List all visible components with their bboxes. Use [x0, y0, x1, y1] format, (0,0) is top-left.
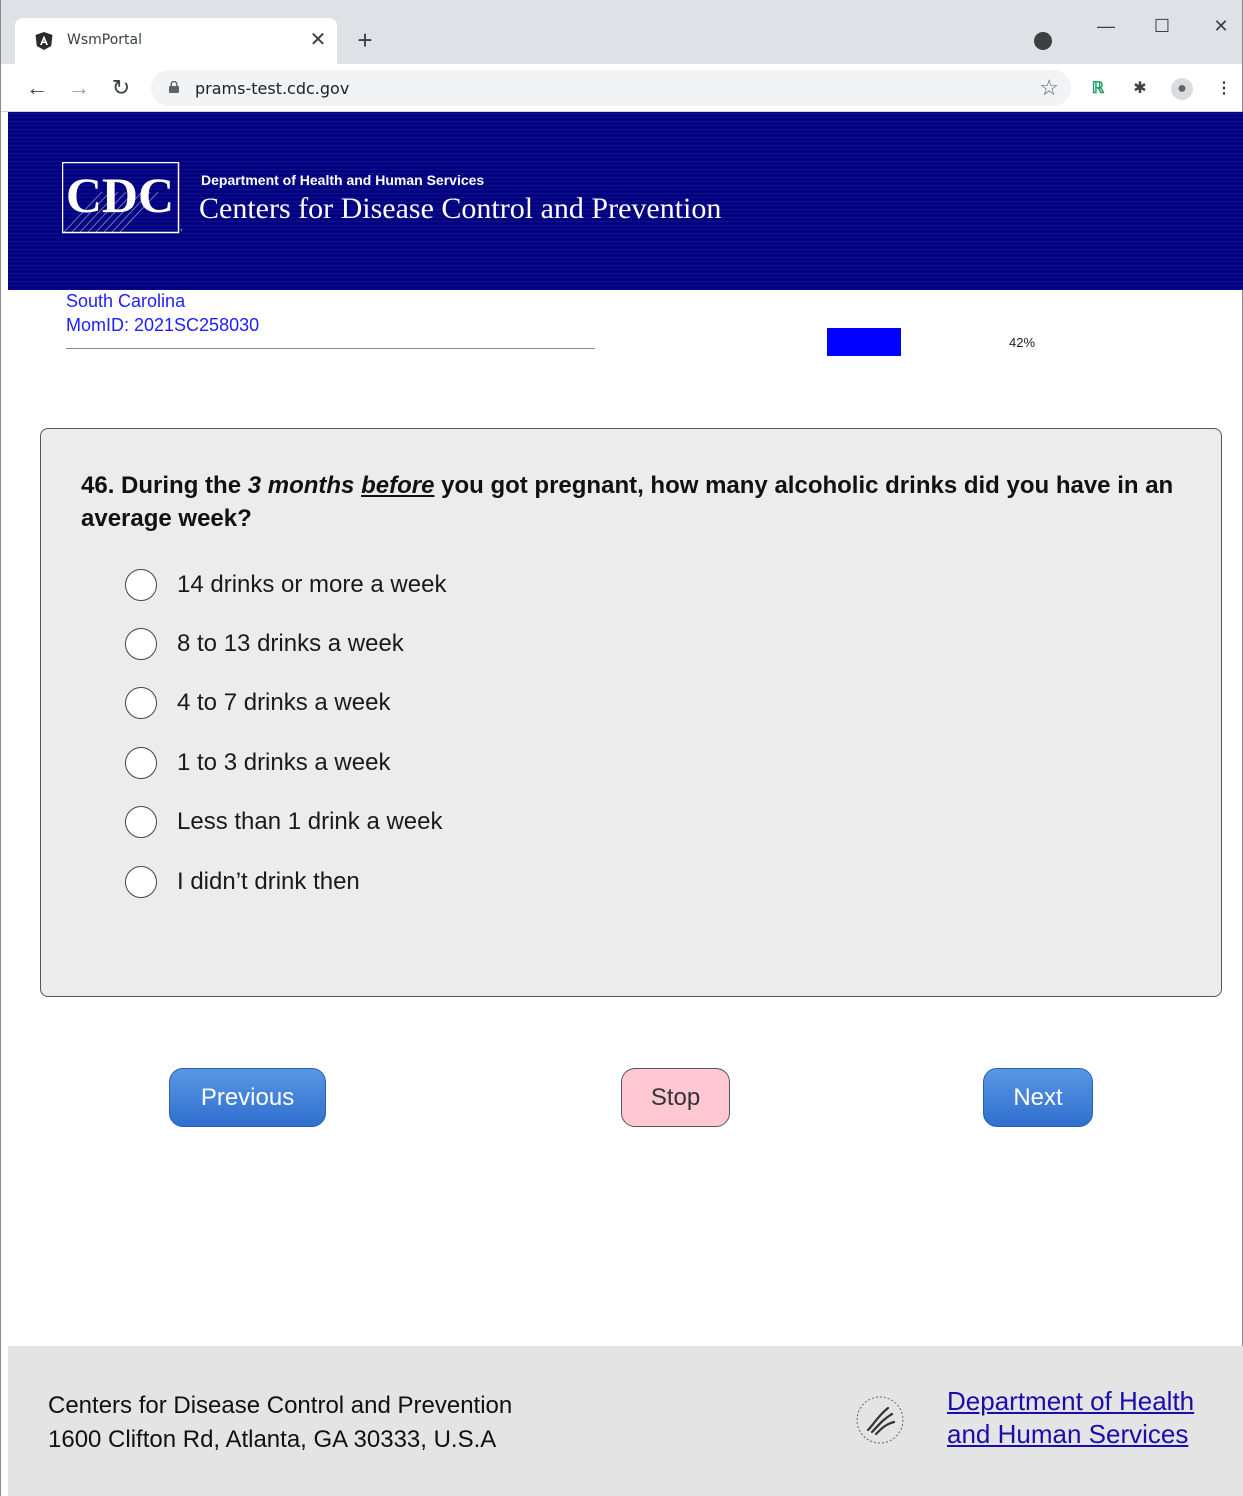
menu-kebab-icon[interactable]: ⋮: [1213, 78, 1235, 100]
angular-icon: [35, 32, 53, 50]
svg-text:™: ™: [180, 228, 182, 234]
close-window-icon[interactable]: ✕: [1201, 12, 1241, 40]
agency-name: Centers for Disease Control and Preventi…: [199, 192, 722, 225]
page-footer: Centers for Disease Control and Preventi…: [8, 1346, 1243, 1496]
question-panel: 46. During the 3 months before you got p…: [40, 428, 1222, 997]
hhs-eagle-icon: [856, 1396, 904, 1444]
browser-window: WsmPortal ✕ + — ☐ ✕ ← → ↻ prams-test.cdc…: [0, 0, 1243, 1496]
hhs-link[interactable]: Department of Health: [947, 1386, 1194, 1417]
browser-tab[interactable]: WsmPortal ✕: [15, 18, 337, 64]
divider: [66, 348, 595, 349]
footer-org-name: Centers for Disease Control and Preventi…: [48, 1392, 513, 1419]
radio-button[interactable]: [125, 866, 157, 898]
minimize-icon[interactable]: —: [1086, 12, 1126, 40]
previous-button[interactable]: Previous: [169, 1068, 326, 1127]
profile-avatar-icon[interactable]: ●: [1171, 78, 1193, 100]
stop-button[interactable]: Stop: [621, 1068, 730, 1127]
next-button[interactable]: Next: [983, 1068, 1093, 1127]
radio-button[interactable]: [125, 687, 157, 719]
extension-green-icon[interactable]: ℝ: [1087, 78, 1109, 100]
browser-titlebar: WsmPortal ✕ + — ☐ ✕: [1, 0, 1242, 64]
answer-option-label[interactable]: 8 to 13 drinks a week: [177, 630, 404, 658]
url-text: prams-test.cdc.gov: [195, 79, 350, 98]
lock-icon: [169, 81, 179, 93]
cdc-header-banner: CDC ™ Department of Health and Human Ser…: [8, 112, 1243, 290]
svg-text:CDC: CDC: [66, 167, 174, 223]
browser-toolbar: ← → ↻ prams-test.cdc.gov ☆ ℝ ✱ ● ⋮: [1, 64, 1242, 112]
media-control-icon[interactable]: [1034, 32, 1052, 50]
radio-button[interactable]: [125, 628, 157, 660]
progress-bar-fill: [827, 328, 901, 356]
close-tab-icon[interactable]: ✕: [305, 27, 331, 53]
answer-option-label[interactable]: Less than 1 drink a week: [177, 808, 443, 836]
answer-option-label[interactable]: I didn’t drink then: [177, 868, 360, 896]
radio-button[interactable]: [125, 569, 157, 601]
extensions-puzzle-icon[interactable]: ✱: [1129, 78, 1151, 100]
reload-icon[interactable]: ↻: [107, 74, 135, 102]
question-text-end: you got pregnant, how many alcoholic dri…: [81, 472, 1174, 532]
question-emphasis-duration: 3 months: [247, 472, 355, 499]
progress-bar: [827, 328, 1003, 356]
address-bar[interactable]: prams-test.cdc.gov ☆: [151, 70, 1071, 106]
department-name: Department of Health and Human Services: [201, 172, 485, 188]
progress-label: 42%: [1009, 335, 1036, 350]
answer-option-label[interactable]: 14 drinks or more a week: [177, 571, 446, 599]
respondent-mom-id: MomID: 2021SC258030: [66, 315, 260, 335]
back-arrow-icon[interactable]: ←: [23, 74, 51, 102]
question-text-start: During the: [121, 472, 242, 499]
respondent-state: South Carolina: [66, 291, 186, 311]
answer-option-label[interactable]: 1 to 3 drinks a week: [177, 749, 390, 777]
answer-option-label[interactable]: 4 to 7 drinks a week: [177, 689, 390, 717]
tab-title: WsmPortal: [67, 32, 142, 48]
maximize-icon[interactable]: ☐: [1142, 12, 1182, 40]
question-text: 46. During the 3 months before you got p…: [81, 469, 1181, 535]
bookmark-star-icon[interactable]: ☆: [1039, 75, 1059, 101]
cdc-logo: CDC ™: [62, 162, 182, 234]
question-number: 46.: [81, 472, 115, 499]
forward-arrow-icon[interactable]: →: [65, 74, 93, 102]
question-emphasis-before: before: [361, 472, 435, 499]
radio-button[interactable]: [125, 747, 157, 779]
hhs-link[interactable]: and Human Services: [947, 1419, 1188, 1450]
radio-button[interactable]: [125, 806, 157, 838]
new-tab-icon[interactable]: +: [351, 26, 379, 54]
footer-address: 1600 Clifton Rd, Atlanta, GA 30333, U.S.…: [48, 1426, 497, 1453]
